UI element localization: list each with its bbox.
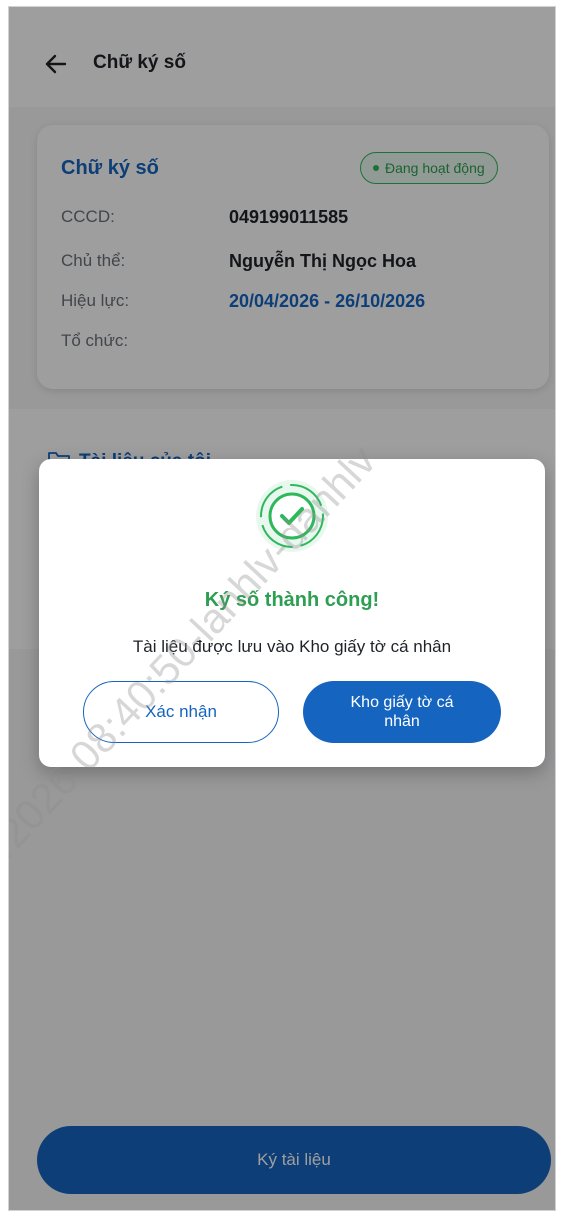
success-dialog: Ký số thành công! Tài liệu được lưu vào … xyxy=(39,459,545,767)
personal-storage-button[interactable]: Kho giấy tờ cá nhân xyxy=(303,681,501,743)
dialog-title: Ký số thành công! xyxy=(204,589,380,611)
personal-storage-label: Kho giấy tờ cá nhân xyxy=(350,694,454,730)
check-circle-icon xyxy=(256,480,328,552)
dialog-message: Tài liệu được lưu vào Kho giấy tờ cá nhâ… xyxy=(132,637,452,656)
app-screen: Chữ ký số Chữ ký số Đang hoạt động CCCD:… xyxy=(8,6,556,1211)
confirm-button[interactable]: Xác nhận xyxy=(83,681,279,743)
